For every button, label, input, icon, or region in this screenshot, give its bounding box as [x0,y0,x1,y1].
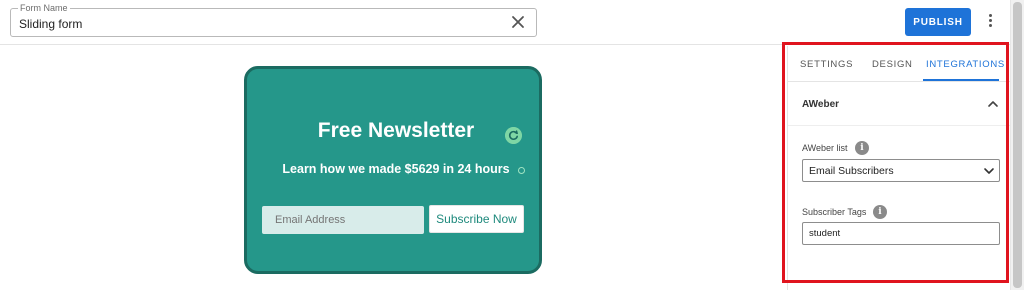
page-scrollbar[interactable] [1010,0,1024,290]
chevron-down-icon [984,168,994,174]
form-name-input[interactable] [19,15,499,32]
aweber-list-label: AWeber list [802,143,848,153]
active-tab-indicator [923,79,999,81]
more-vertical-icon[interactable] [982,12,998,32]
subscriber-tags-label: Subscriber Tags [802,207,867,217]
tab-settings[interactable]: SETTINGS [800,59,853,70]
info-icon[interactable]: i [855,141,869,155]
newsletter-card: Free Newsletter Learn how we made $5629 … [244,66,542,274]
subscribe-button[interactable]: Subscribe Now [429,205,524,233]
drag-handle-icon[interactable] [518,167,525,174]
form-preview-canvas: Free Newsletter Learn how we made $5629 … [0,46,786,290]
form-name-field[interactable]: Form Name [10,3,537,37]
clear-icon[interactable] [510,14,526,30]
newsletter-subtitle: Learn how we made $5629 in 24 hours [282,162,510,176]
info-icon[interactable]: i [873,205,887,219]
email-address-input[interactable] [262,206,424,234]
tab-integrations[interactable]: INTEGRATIONS [926,59,1005,70]
aweber-list-select[interactable]: Email Subscribers [802,159,1000,182]
form-name-label: Form Name [18,3,70,14]
aweber-section-header[interactable]: AWeber [788,82,1011,126]
chevron-up-icon[interactable] [987,98,999,110]
app-window: Form Name PUBLISH Free Newsletter Learn … [0,0,1024,290]
newsletter-title: Free Newsletter [317,119,475,142]
aweber-list-value: Email Subscribers [809,165,894,177]
tab-design[interactable]: DESIGN [872,59,913,70]
refresh-icon[interactable] [505,127,522,144]
top-bar: Form Name PUBLISH [0,0,1010,45]
publish-button[interactable]: PUBLISH [905,8,971,36]
panel-tabs: SETTINGS DESIGN INTEGRATIONS [788,46,1011,82]
aweber-section-title: AWeber [802,99,840,110]
scrollbar-thumb[interactable] [1013,2,1022,288]
subscriber-tags-input[interactable] [802,222,1000,245]
settings-panel: SETTINGS DESIGN INTEGRATIONS AWeber AWeb… [787,46,1011,290]
